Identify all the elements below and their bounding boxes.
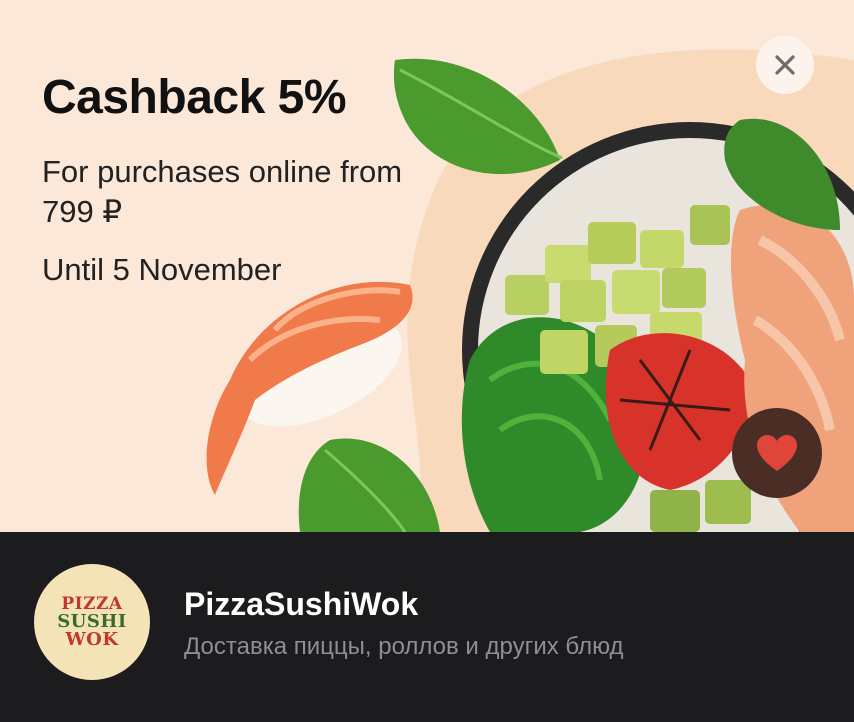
merchant-footer[interactable]: PIZZA SUSHI WOK PizzaSushiWok Доставка п… bbox=[0, 532, 854, 722]
heart-icon bbox=[757, 435, 797, 471]
favorite-button[interactable] bbox=[732, 408, 822, 498]
promo-banner: Cashback 5% For purchases online from 79… bbox=[0, 0, 854, 532]
merchant-description: Доставка пиццы, роллов и других блюд bbox=[184, 633, 624, 660]
merchant-name: PizzaSushiWok bbox=[184, 586, 419, 622]
logo-line-3: WOK bbox=[65, 629, 119, 650]
promo-card[interactable]: Cashback 5% For purchases online from 79… bbox=[0, 0, 854, 722]
close-button[interactable] bbox=[756, 36, 814, 94]
merchant-logo: PIZZA SUSHI WOK bbox=[34, 564, 150, 680]
promo-subtitle: For purchases online from 799 ₽ bbox=[42, 154, 403, 229]
close-icon bbox=[775, 55, 795, 75]
promo-title: Cashback 5% bbox=[42, 71, 347, 124]
promo-validity: Until 5 November bbox=[42, 252, 282, 287]
